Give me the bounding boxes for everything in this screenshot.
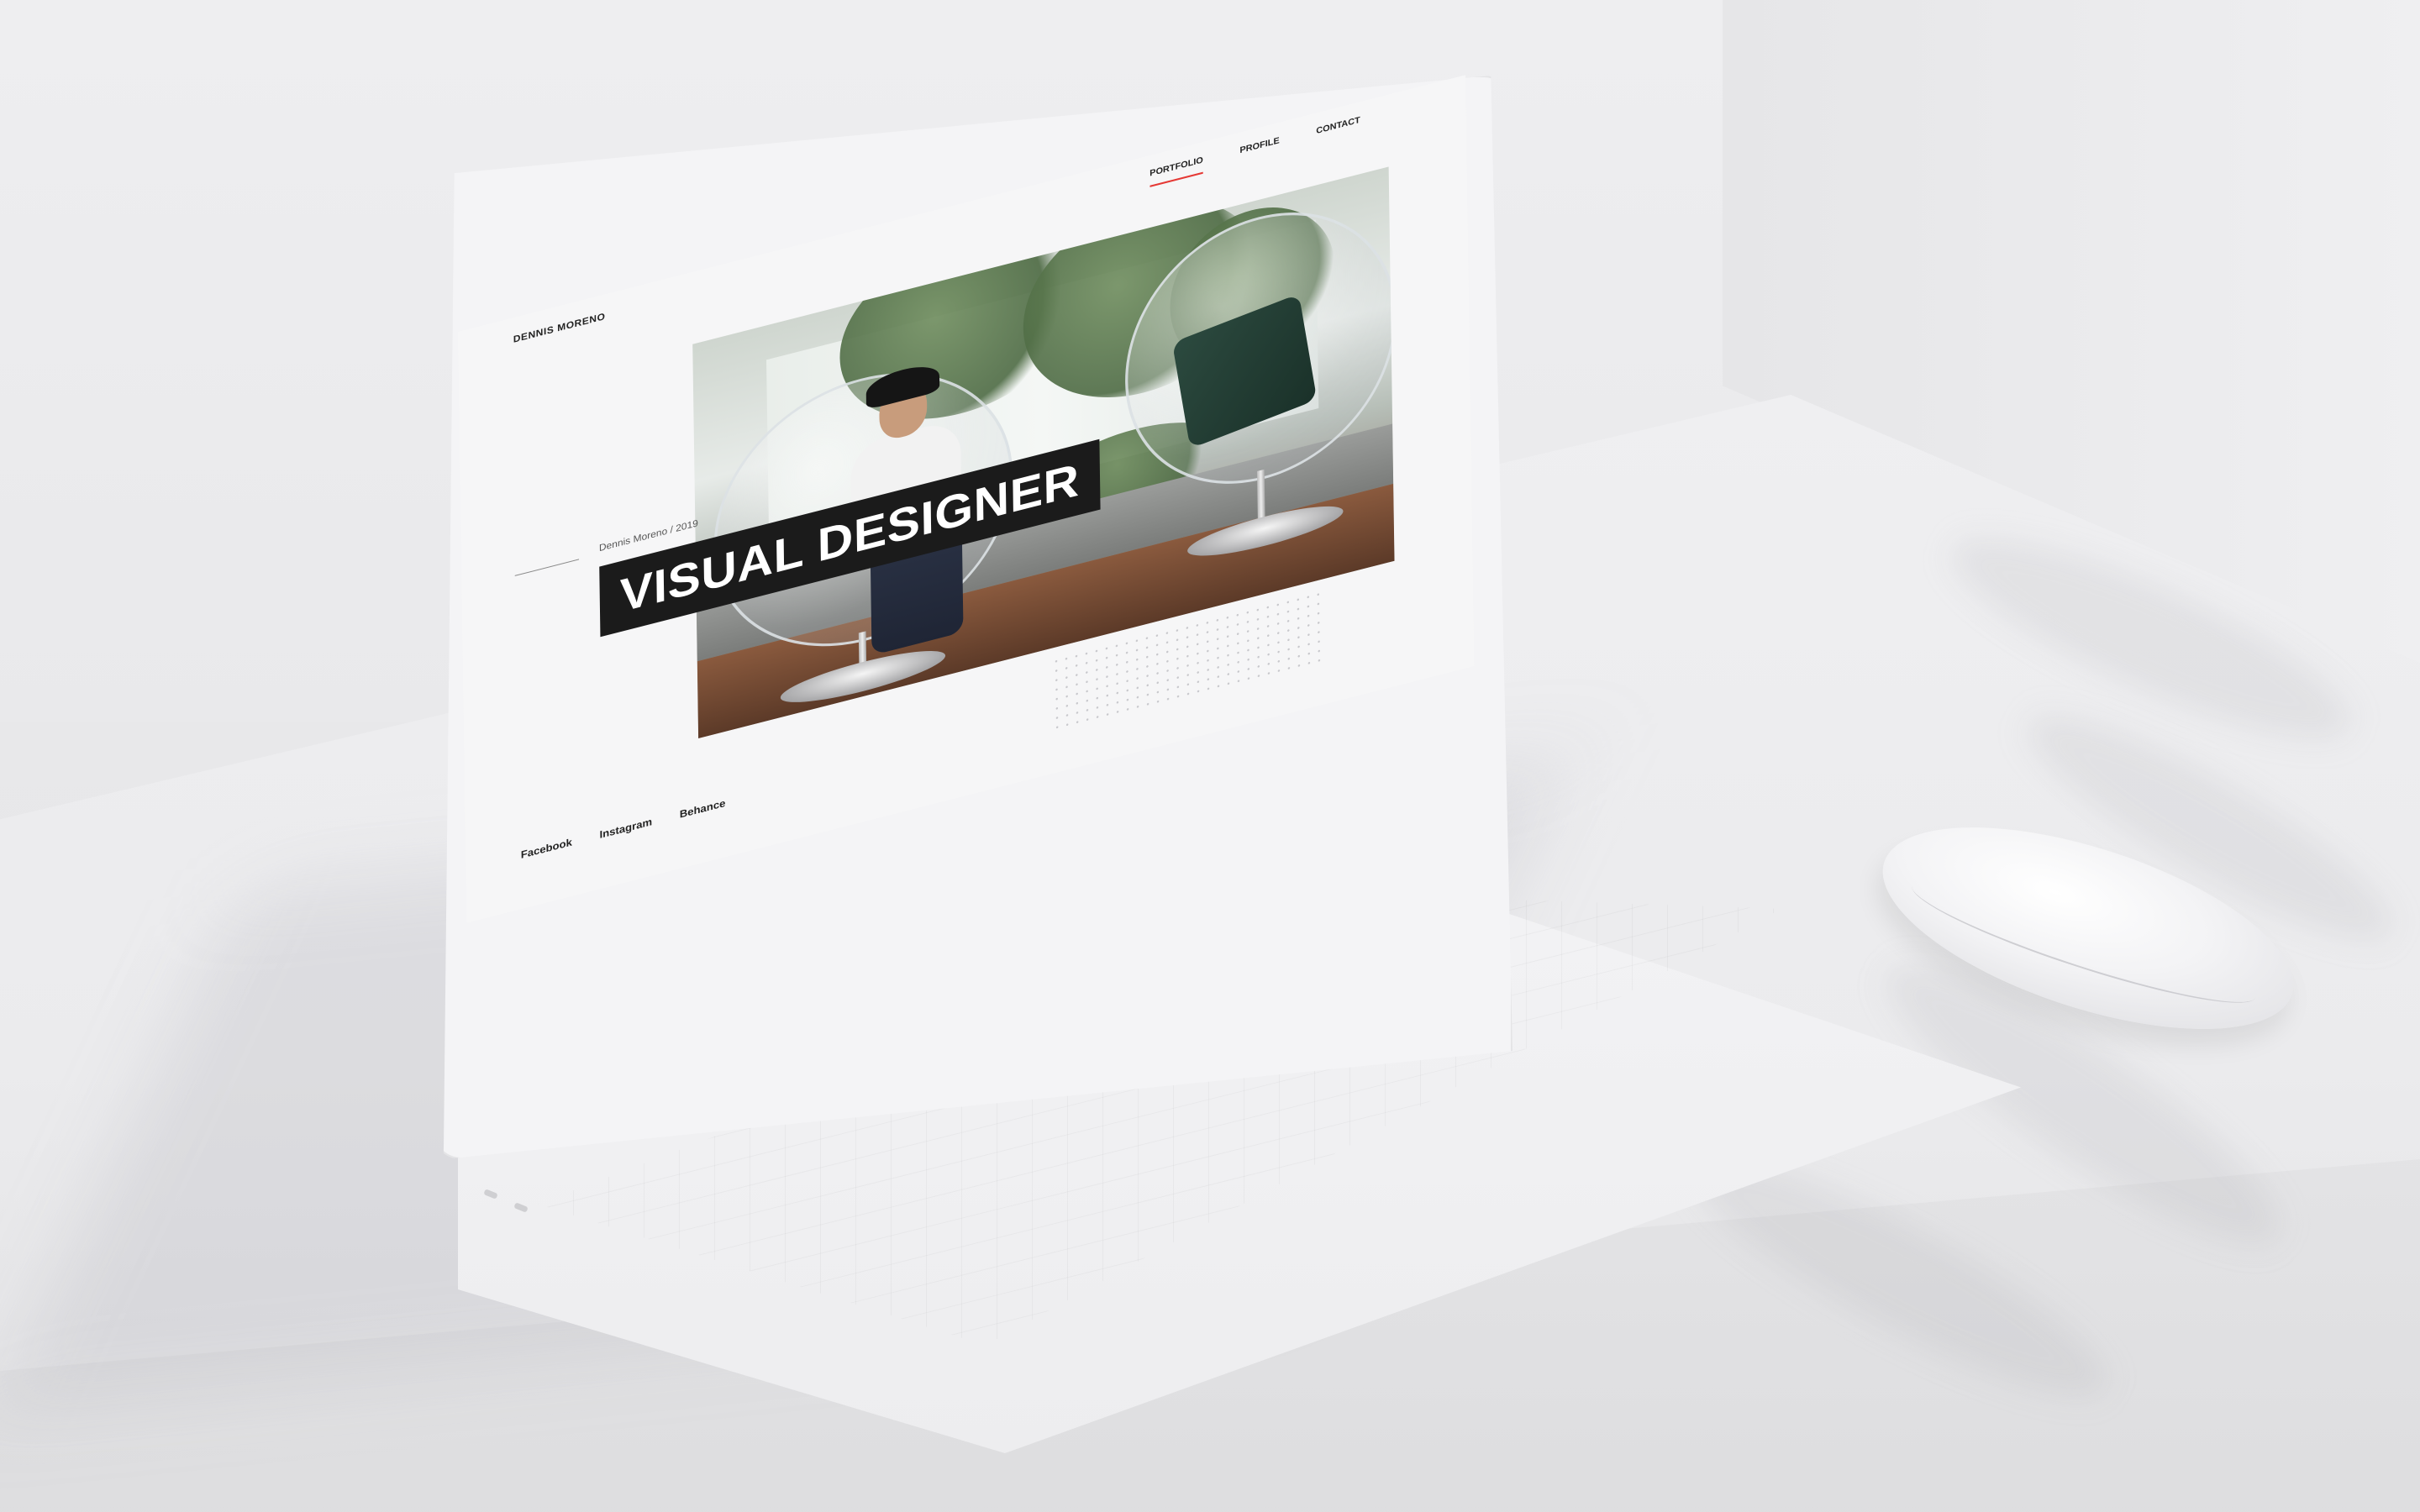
site-brand[interactable]: DENNIS MORENO [513,312,606,345]
nav-item-profile[interactable]: PROFILE [1239,136,1280,164]
social-links: Facebook Instagram Behance [521,797,726,861]
social-facebook[interactable]: Facebook [521,836,572,861]
social-instagram[interactable]: Instagram [599,816,652,841]
nav-item-contact[interactable]: CONTACT [1316,116,1360,145]
scene: DENNIS MORENO PORTFOLIO PROFILE CONTACT [0,0,2420,1512]
social-behance[interactable]: Behance [680,797,726,821]
nav-item-portfolio[interactable]: PORTFOLIO [1150,155,1203,187]
meta-divider [514,559,580,576]
